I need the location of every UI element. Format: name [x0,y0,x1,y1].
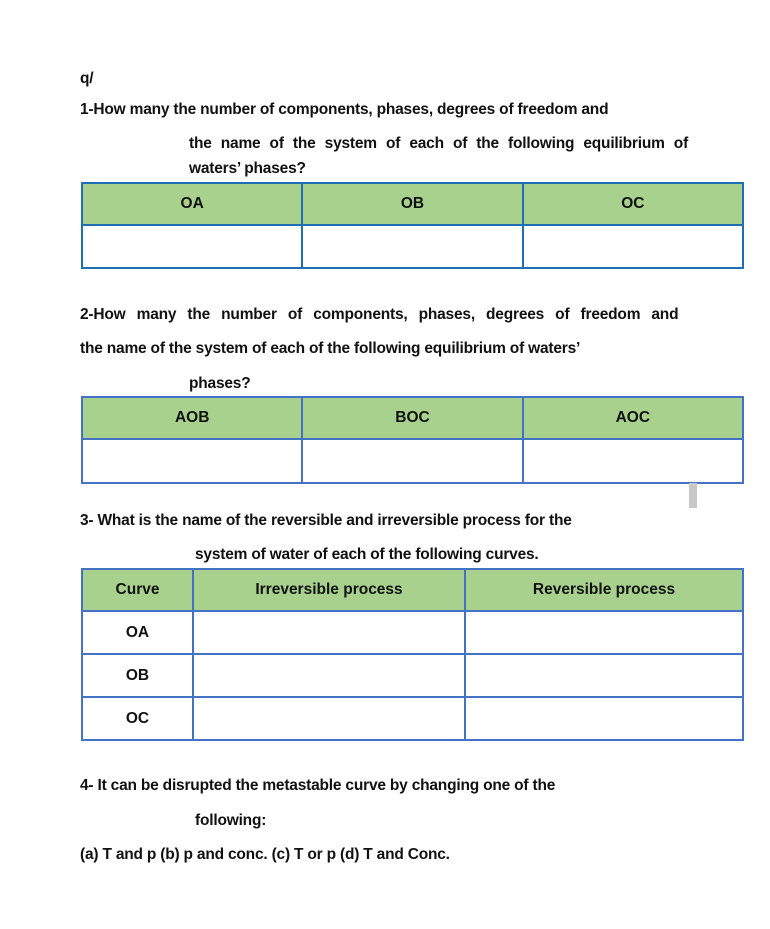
q2-header-cell: AOB [80,396,304,440]
table-row: OA [81,610,744,655]
q2-header-cell: BOC [301,396,524,440]
table-row: OB [81,653,744,698]
q1-answer-cell[interactable] [521,224,745,269]
q3-line1: 3- What is the name of the reversible an… [80,512,572,529]
q1-header-cell: OC [521,182,745,226]
q2-line1: 2-How many the number of components, pha… [80,306,679,323]
q2-answer-cell[interactable] [301,438,524,484]
q2-line2: the name of the system of each of the fo… [80,340,581,357]
q3-answer-cell[interactable] [464,653,744,698]
q3-header-cell: Curve [81,568,194,612]
q1-table: OA OB OC [80,182,745,269]
q2-header-cell: AOC [521,396,745,440]
q3-answer-cell[interactable] [464,696,744,741]
table-row: OC [81,696,744,741]
q3-answer-cell[interactable] [192,653,466,698]
q3-answer-cell[interactable] [192,610,466,655]
q4-options: (a) T and p (b) p and conc. (c) T or p (… [80,846,450,863]
q1-header-cell: OB [301,182,524,226]
q3-answer-cell[interactable] [464,610,744,655]
text-cursor-marker [689,483,697,508]
q2-answer-cell[interactable] [80,438,304,484]
curve-label: OC [81,696,194,741]
q3-table: Curve Irreversible process Reversible pr… [81,568,744,741]
q1-answer-cell[interactable] [301,224,524,269]
q1-answer-cell[interactable] [80,224,304,269]
q2-answer-cell[interactable] [521,438,745,484]
q1-line3: waters’ phases? [189,160,306,177]
q3-line2: system of water of each of the following… [195,546,539,563]
q4-line1: 4- It can be disrupted the metastable cu… [80,777,556,794]
q2-line3: phases? [189,375,251,392]
q3-answer-cell[interactable] [192,696,466,741]
q2-table: AOB BOC AOC [80,396,745,484]
q3-header-cell: Reversible process [464,568,744,612]
table-row [80,438,745,484]
q3-header-cell: Irreversible process [192,568,466,612]
curve-label: OB [81,653,194,698]
q1-line2: the name of the system of each of the fo… [189,135,689,152]
curve-label: OA [81,610,194,655]
q1-header-cell: OA [80,182,304,226]
heading: q/ [80,70,94,87]
q1-line1: 1-How many the number of components, pha… [80,101,609,118]
table-row [80,224,745,269]
q4-line2: following: [195,812,267,829]
